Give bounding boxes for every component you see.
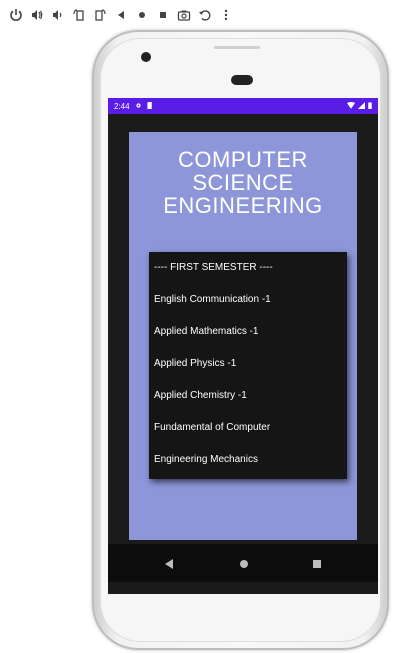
semester-subject-dropdown: ---- FIRST SEMESTER ---- English Communi… xyxy=(149,252,347,479)
front-camera-icon xyxy=(141,52,151,62)
back-triangle-icon[interactable] xyxy=(164,557,174,575)
back-icon[interactable] xyxy=(113,7,129,23)
dropdown-item-mathematics[interactable]: Applied Mathematics -1 xyxy=(149,315,347,347)
rotate-left-icon[interactable] xyxy=(71,7,87,23)
dropdown-item-english[interactable]: English Communication -1 xyxy=(149,283,347,315)
settings-gear-icon xyxy=(135,102,142,111)
status-right xyxy=(347,101,372,111)
app-content: COMPUTER SCIENCE ENGINEERING ---- FIRST … xyxy=(108,114,378,544)
power-icon[interactable] xyxy=(8,7,24,23)
overview-icon[interactable] xyxy=(155,7,171,23)
page-title: COMPUTER SCIENCE ENGINEERING xyxy=(129,148,357,217)
undo-icon[interactable] xyxy=(197,7,213,23)
dropdown-item-chemistry[interactable]: Applied Chemistry -1 xyxy=(149,379,347,411)
emulator-toolbar xyxy=(0,0,412,30)
volume-down-icon[interactable] xyxy=(50,7,66,23)
title-line-1: COMPUTER xyxy=(178,147,308,172)
wifi-icon xyxy=(347,101,355,111)
title-line-3: ENGINEERING xyxy=(163,193,323,218)
home-icon[interactable] xyxy=(134,7,150,23)
volume-up-icon[interactable] xyxy=(29,7,45,23)
signal-icon xyxy=(358,101,365,111)
status-time: 2:44 xyxy=(114,101,130,111)
battery-icon xyxy=(368,101,372,111)
dropdown-item-header[interactable]: ---- FIRST SEMESTER ---- xyxy=(149,252,347,283)
android-nav-bar xyxy=(108,544,378,582)
camera-icon[interactable] xyxy=(176,7,192,23)
rotate-right-icon[interactable] xyxy=(92,7,108,23)
screen-bottom-strip xyxy=(108,582,378,594)
sd-card-icon xyxy=(146,101,153,111)
more-icon[interactable] xyxy=(218,7,234,23)
speaker-grille xyxy=(214,46,260,49)
home-circle-icon[interactable] xyxy=(239,557,249,575)
phone-frame: 2:44 COMPUTER SCIENCE ENGINEERING ---- F… xyxy=(92,30,389,650)
earpiece-icon xyxy=(231,75,253,85)
department-card: COMPUTER SCIENCE ENGINEERING ---- FIRST … xyxy=(129,132,357,540)
device-screen: 2:44 COMPUTER SCIENCE ENGINEERING ---- F… xyxy=(108,98,378,594)
dropdown-item-physics[interactable]: Applied Physics -1 xyxy=(149,347,347,379)
recents-square-icon[interactable] xyxy=(312,557,322,575)
status-bar: 2:44 xyxy=(108,98,378,114)
title-line-2: SCIENCE xyxy=(192,170,294,195)
dropdown-item-computer[interactable]: Fundamental of Computer xyxy=(149,411,347,443)
dropdown-item-mechanics[interactable]: Engineering Mechanics xyxy=(149,443,347,475)
